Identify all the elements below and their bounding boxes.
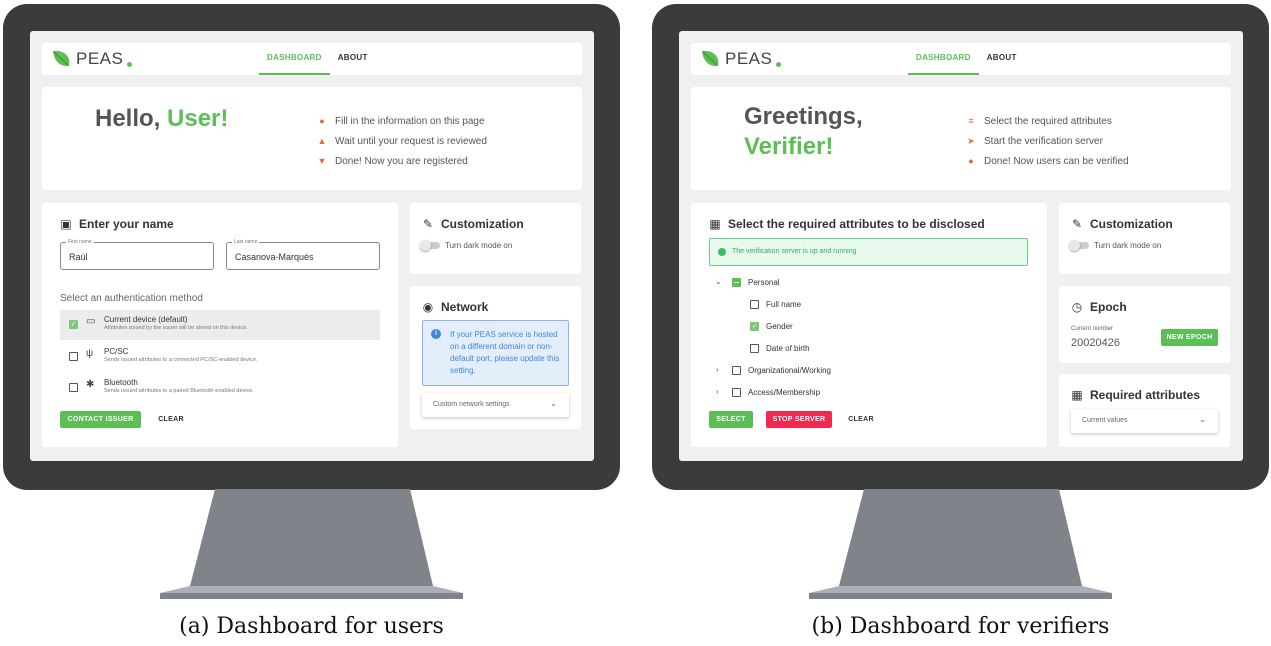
stand-base-left [160, 586, 463, 593]
stand-base-shadow-left [160, 593, 463, 599]
stand-neck-left [190, 489, 433, 586]
caption-verifiers: (b) Dashboard for verifiers [811, 614, 1110, 639]
figure: PEAS DASHBOARD ABOUT Hello, User! ● Fill … [0, 0, 1271, 646]
stand-base-right [809, 586, 1112, 593]
stand-base-shadow-right [809, 593, 1112, 599]
caption-users: (a) Dashboard for users [179, 614, 444, 639]
stand-neck-right [839, 489, 1082, 586]
monitor-stands [160, 489, 1112, 599]
